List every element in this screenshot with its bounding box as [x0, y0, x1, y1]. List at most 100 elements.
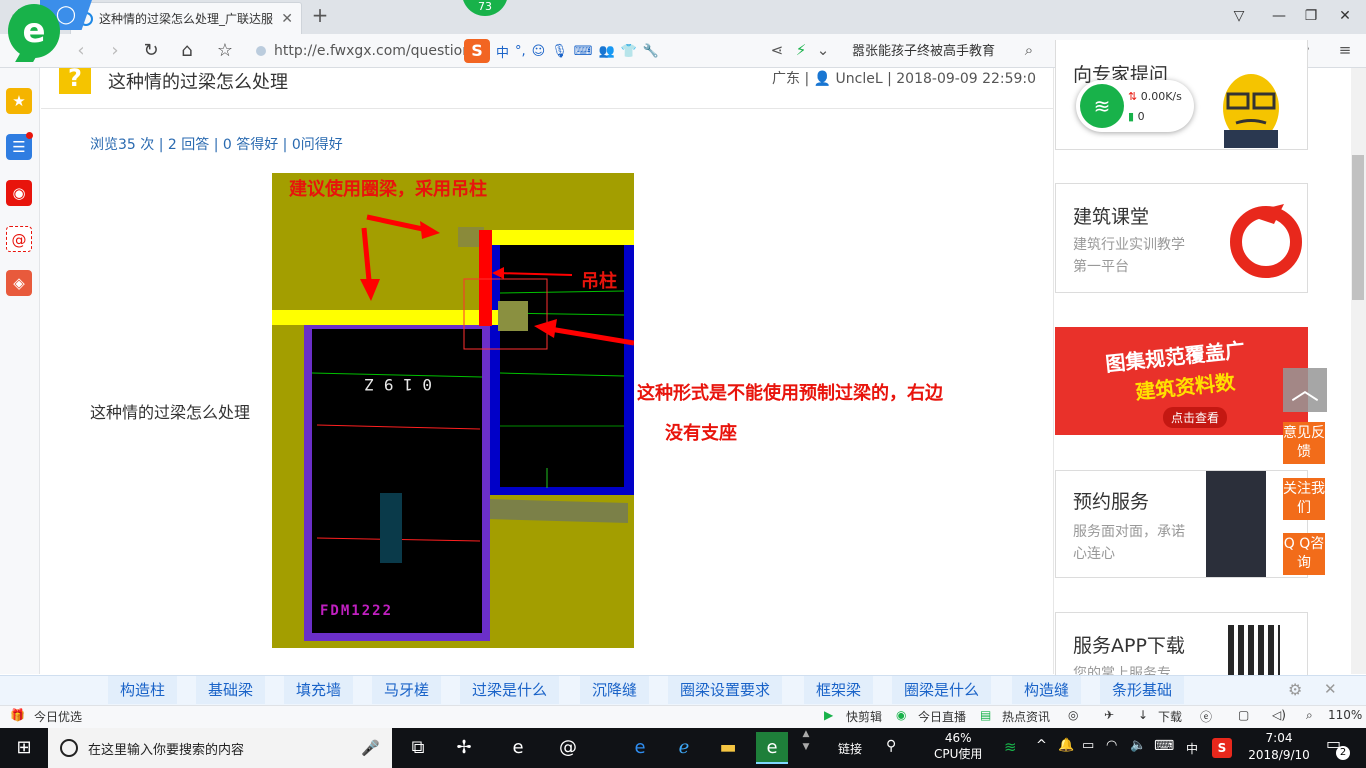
scrollbar-thumb[interactable]: [1352, 155, 1364, 300]
sogou-tray-icon[interactable]: S: [1212, 738, 1232, 758]
cpu-meter[interactable]: 46% CPU使用: [934, 730, 982, 762]
edge-browser-icon[interactable]: e: [624, 732, 656, 764]
resource-banner[interactable]: 图集规范覆盖广 建筑资料数 点击查看: [1055, 327, 1308, 435]
windows-start-icon[interactable]: ⊞: [0, 728, 48, 768]
taskbar-link-label[interactable]: 链接: [838, 740, 862, 757]
scroll-top-button[interactable]: ︿: [1283, 368, 1327, 412]
email-at-icon[interactable]: @: [6, 226, 32, 252]
speed-mode-icon[interactable]: ⚡: [790, 39, 812, 61]
ime-user-icon[interactable]: 👥: [599, 44, 615, 59]
ie-mode-icon[interactable]: ⓔ: [1200, 708, 1212, 725]
forward-button[interactable]: ›: [102, 38, 128, 64]
ime-lang-toggle[interactable]: 中: [496, 42, 509, 61]
today-pick[interactable]: 今日优选: [34, 708, 82, 725]
gear-icon[interactable]: ⚙: [1288, 680, 1302, 699]
fan-app-icon[interactable]: ✢: [448, 732, 480, 764]
taskbar-scroll[interactable]: ▲ ▼: [800, 728, 812, 768]
feedback-button[interactable]: 意见反馈: [1283, 422, 1325, 464]
ime-indicator[interactable]: 中: [1186, 740, 1198, 757]
keyword-item[interactable]: 条形基础: [1100, 676, 1185, 704]
wifi-speed-widget[interactable]: ≋ ⇅ 0.00K/s ▮ 0: [1076, 80, 1194, 132]
ime-keyboard-icon[interactable]: ⌨: [574, 44, 593, 59]
sogou-ime-icon[interactable]: S: [464, 39, 490, 63]
keyboard-icon[interactable]: ⌨: [1154, 738, 1174, 754]
keyword-item[interactable]: 过梁是什么: [460, 676, 560, 704]
keyword-item[interactable]: 基础梁: [196, 676, 266, 704]
volume-icon[interactable]: ◁): [1272, 708, 1286, 722]
keyword-item[interactable]: 马牙槎: [372, 676, 442, 704]
network-icon[interactable]: ◠: [1106, 738, 1117, 753]
zoom-level[interactable]: 110%: [1328, 708, 1362, 722]
quick-clip[interactable]: 快剪辑: [846, 708, 882, 725]
url-text[interactable]: http://e.fwxgx.com/question_: [274, 43, 464, 59]
search-icon[interactable]: ⌕: [1018, 39, 1040, 61]
people-icon[interactable]: ⚲: [886, 738, 896, 754]
banner-cta[interactable]: 点击查看: [1163, 407, 1228, 428]
browser-tab-active[interactable]: 这种情的过梁怎么处理_广联达服 ✕: [70, 2, 302, 34]
keyword-item[interactable]: 填充墙: [284, 676, 354, 704]
keyword-item[interactable]: 圈梁设置要求: [668, 676, 783, 704]
ime-voice-icon[interactable]: 🎙: [551, 44, 568, 59]
clock[interactable]: 7:04 2018/9/10: [1248, 730, 1310, 764]
download[interactable]: 下载: [1158, 708, 1182, 725]
app-download-card[interactable]: 服务APP下载 您的掌上服务专: [1055, 612, 1308, 682]
course-card[interactable]: 建筑课堂 建筑行业实训教学第一平台: [1055, 183, 1308, 293]
battery-icon[interactable]: ▭: [1082, 738, 1094, 753]
ime-tools-icon[interactable]: 🔧: [643, 44, 659, 59]
ime-emoji-icon[interactable]: ☺: [532, 44, 546, 59]
question-user[interactable]: UncleL: [836, 71, 883, 87]
news-ticker[interactable]: 嚣张能孩子终被高手教育: [852, 40, 995, 59]
browser-icon[interactable]: ◎: [1068, 708, 1078, 722]
tab-close-icon[interactable]: ✕: [281, 11, 293, 27]
zoom-icon[interactable]: ⌕: [1306, 708, 1313, 723]
url-field[interactable]: http://e.fwxgx.com/question_ S 中 °, ☺ 🎙 …: [256, 38, 750, 64]
spiral-app-icon[interactable]: @: [552, 732, 584, 764]
keyword-item[interactable]: 框架梁: [804, 676, 874, 704]
chevron-down-icon[interactable]: ⌄: [812, 39, 834, 61]
speaker-icon[interactable]: 🔈: [1130, 738, 1146, 753]
task-view-icon[interactable]: ⧉: [402, 732, 434, 764]
home-button[interactable]: ⌂: [174, 38, 200, 64]
hot-news[interactable]: 热点资讯: [1002, 708, 1050, 725]
back-button[interactable]: ‹: [68, 38, 94, 64]
pin-icon[interactable]: ✈: [1104, 708, 1114, 722]
browser-logo-icon[interactable]: e: [8, 4, 60, 58]
skin-button[interactable]: ▽: [1228, 6, 1250, 26]
keyword-item[interactable]: 构造缝: [1012, 676, 1082, 704]
microphone-icon[interactable]: 🎤: [361, 739, 380, 757]
weibo-icon[interactable]: ◉: [6, 180, 32, 206]
qq-consult-button[interactable]: Q Q咨询: [1283, 533, 1325, 575]
follow-us-button[interactable]: 关注我们: [1283, 478, 1325, 520]
ie-icon[interactable]: ℯ: [668, 732, 700, 764]
maximize-button[interactable]: ❐: [1300, 6, 1322, 26]
close-window-button[interactable]: ✕: [1334, 6, 1356, 26]
lower-right-block: [488, 501, 634, 648]
taskbar-search-field[interactable]: 在这里输入你要搜索的内容 🎤: [48, 728, 392, 768]
appointment-card[interactable]: 预约服务 服务面对面，承诺心连心: [1055, 470, 1308, 578]
refresh-button[interactable]: ↻: [138, 38, 164, 64]
meta-separator: |: [887, 71, 897, 87]
favorites-star-icon[interactable]: ★: [6, 88, 32, 114]
bookmark-star-button[interactable]: ☆: [212, 38, 238, 64]
cad-drawing-image[interactable]: 0 1 9 Z FDM1222: [272, 173, 634, 648]
chevron-up-icon[interactable]: ^: [1036, 738, 1047, 753]
keyword-item[interactable]: 沉降缝: [580, 676, 650, 704]
file-explorer-icon[interactable]: ▬: [712, 732, 744, 764]
game-controller-icon[interactable]: ◈: [6, 270, 32, 296]
ime-skin-icon[interactable]: 👕: [621, 44, 637, 59]
keyword-item[interactable]: 构造柱: [108, 676, 178, 704]
wifi-tray-icon[interactable]: ≋: [1004, 738, 1017, 756]
minimize-button[interactable]: —: [1268, 6, 1290, 26]
ime-punct-toggle[interactable]: °,: [515, 44, 526, 59]
keyword-item[interactable]: 圈梁是什么: [892, 676, 992, 704]
qr-code-icon: [1228, 625, 1280, 677]
share-icon[interactable]: ⋖: [766, 39, 788, 61]
live[interactable]: 今日直播: [918, 708, 966, 725]
window-icon[interactable]: ▢: [1238, 708, 1249, 722]
notification-bell-icon[interactable]: 🔔: [1058, 738, 1074, 753]
360-browser-icon[interactable]: e: [756, 732, 788, 764]
edge-icon[interactable]: e: [502, 732, 534, 764]
new-tab-button[interactable]: +: [308, 4, 332, 28]
menu-icon[interactable]: ≡: [1334, 39, 1356, 61]
close-icon[interactable]: ✕: [1324, 680, 1337, 698]
